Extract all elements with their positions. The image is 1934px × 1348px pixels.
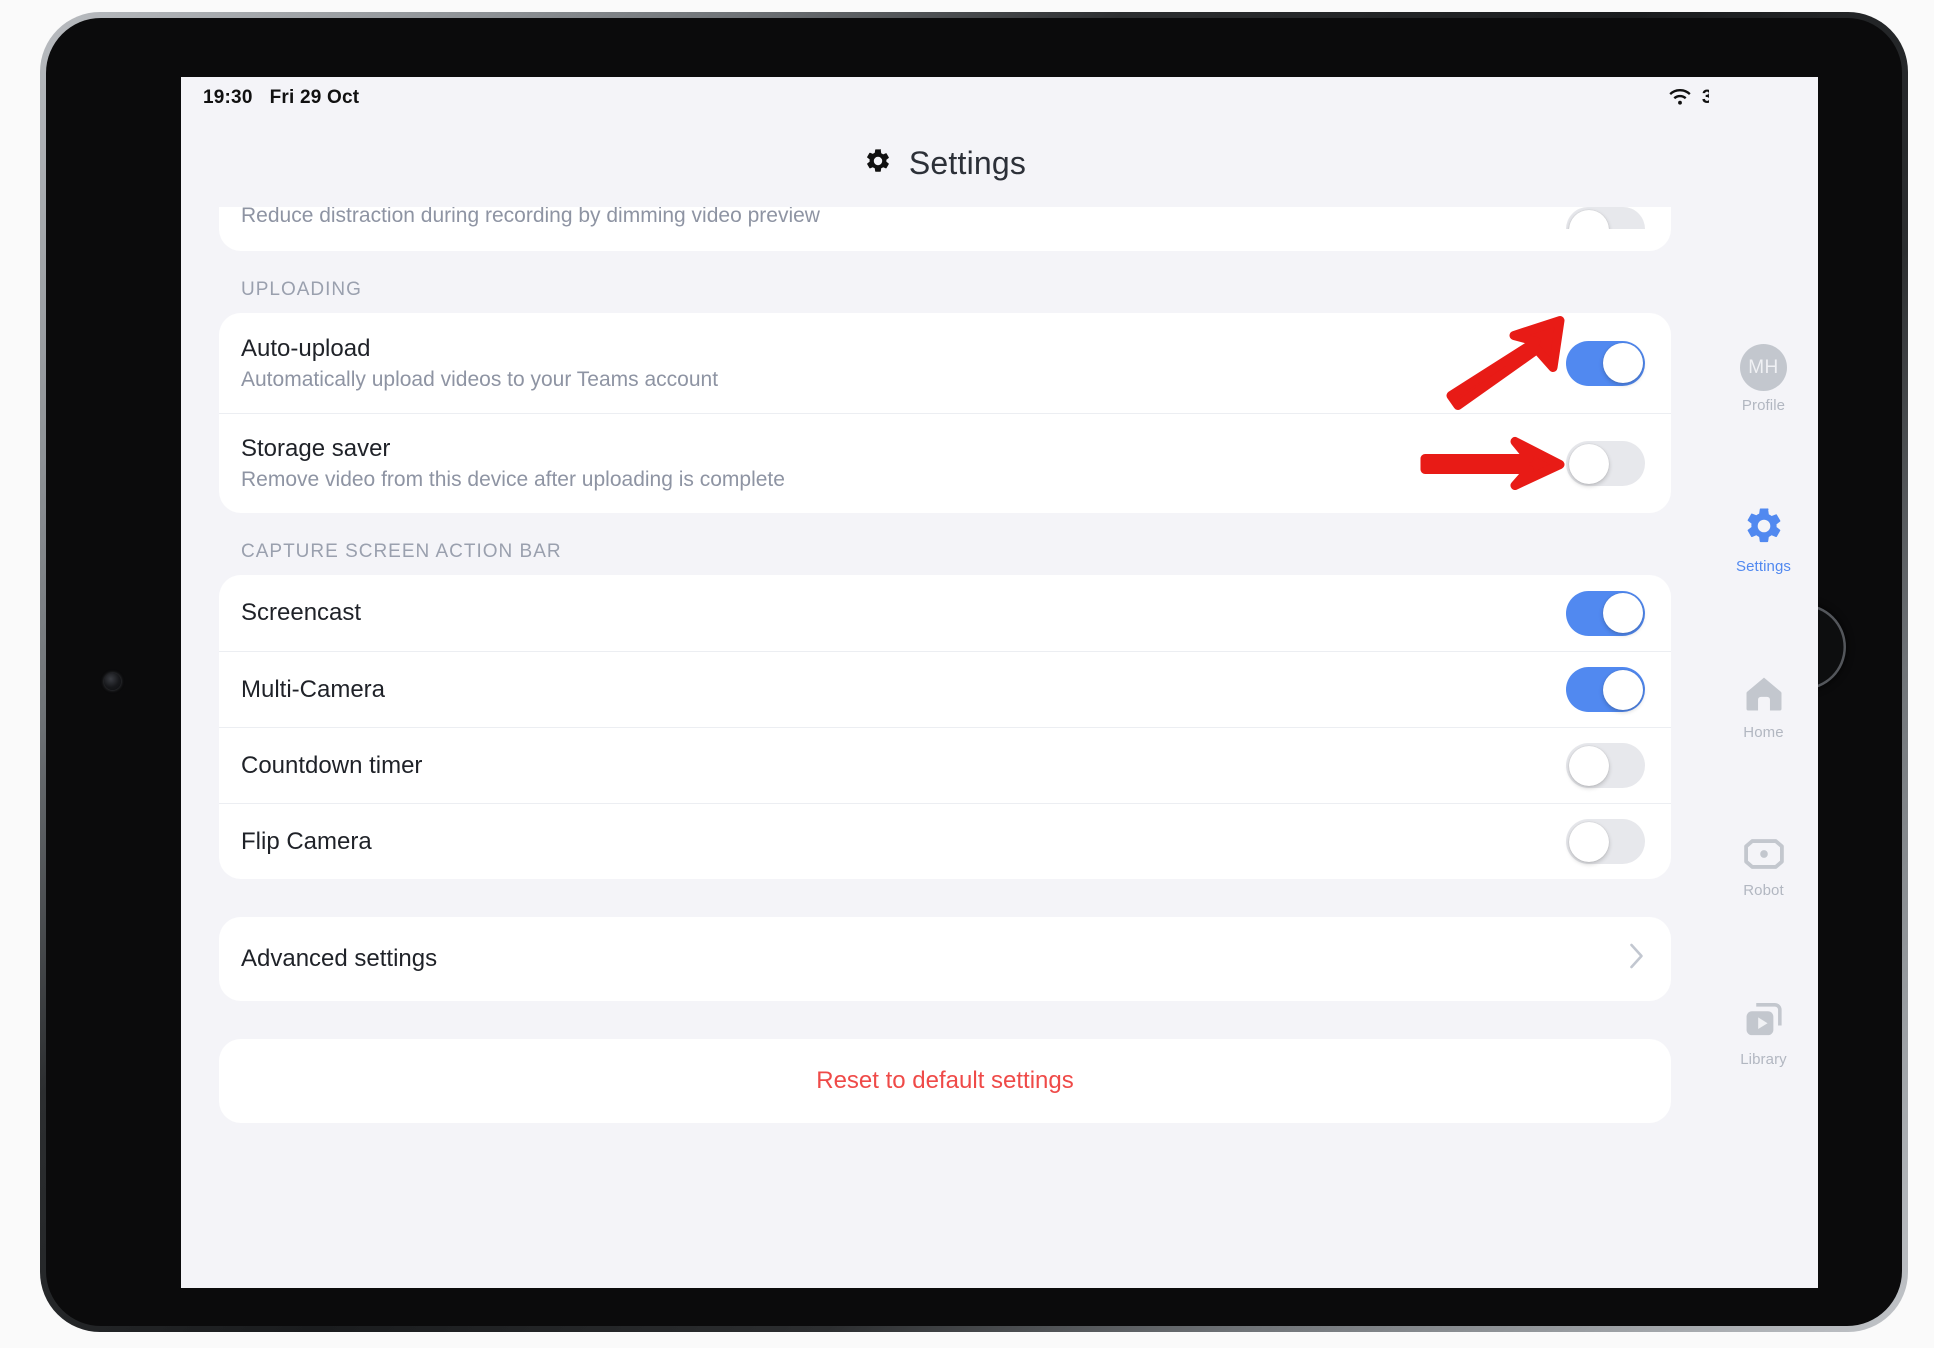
device-bezel: 19:30 Fri 29 Oct 35% bbox=[46, 18, 1902, 1326]
card-recording-clipped: Reduce distraction during recording by d… bbox=[219, 207, 1671, 251]
row-texts: Countdown timer bbox=[241, 752, 1546, 780]
section-label-capture-screen-action-bar: CAPTURE SCREEN ACTION BAR bbox=[241, 541, 562, 562]
page-title: Settings bbox=[908, 144, 1027, 181]
chevron-right-icon bbox=[1629, 943, 1645, 975]
front-camera-icon bbox=[104, 673, 121, 690]
row-texts: Auto-upload Automatically upload videos … bbox=[241, 335, 1546, 392]
reset-to-default-settings-button[interactable]: Reset to default settings bbox=[219, 1039, 1671, 1123]
row-title: Multi-Camera bbox=[241, 675, 386, 703]
row-flip-camera[interactable]: Flip Camera bbox=[219, 803, 1671, 879]
row-advanced-settings[interactable]: Advanced settings bbox=[219, 917, 1671, 1001]
nav-item-home[interactable]: Home bbox=[1709, 673, 1818, 741]
row-title: Countdown timer bbox=[241, 751, 423, 779]
row-texts: Multi-Camera bbox=[241, 676, 1546, 704]
card-capture-screen-action-bar: Screencast Multi-Camera Countdown timer bbox=[219, 575, 1671, 879]
storage-saver-toggle[interactable] bbox=[1566, 441, 1645, 486]
card-uploading: Auto-upload Automatically upload videos … bbox=[219, 313, 1671, 513]
multi-camera-toggle[interactable] bbox=[1566, 667, 1645, 712]
card-reset: Reset to default settings bbox=[219, 1039, 1671, 1123]
screencast-toggle[interactable] bbox=[1566, 590, 1645, 636]
row-subtitle: Automatically upload videos to your Team… bbox=[241, 367, 719, 391]
nav-item-label: Robot bbox=[1743, 882, 1784, 899]
gear-icon bbox=[1743, 505, 1785, 552]
home-icon bbox=[1743, 673, 1785, 718]
nav-item-settings[interactable]: Settings bbox=[1709, 505, 1818, 575]
nav-item-robot[interactable]: Robot bbox=[1709, 837, 1818, 899]
row-storage-saver[interactable]: Storage saver Remove video from this dev… bbox=[219, 413, 1671, 513]
nav-item-label: Settings bbox=[1736, 558, 1791, 575]
row-title: Auto-upload bbox=[241, 334, 371, 362]
row-countdown-timer[interactable]: Countdown timer bbox=[219, 727, 1671, 803]
reduce-distraction-toggle[interactable] bbox=[1566, 207, 1645, 229]
right-nav-rail: MH Profile Settings Home Robot Library bbox=[1709, 77, 1818, 1288]
status-bar: 19:30 Fri 29 Oct 35% bbox=[181, 77, 1818, 119]
row-multi-camera[interactable]: Multi-Camera bbox=[219, 651, 1671, 727]
nav-item-label: Home bbox=[1743, 724, 1784, 741]
card-advanced-settings: Advanced settings bbox=[219, 917, 1671, 1001]
avatar: MH bbox=[1740, 344, 1787, 391]
ipad-device-frame: 19:30 Fri 29 Oct 35% bbox=[40, 12, 1908, 1332]
row-screencast[interactable]: Screencast bbox=[219, 575, 1671, 651]
robot-icon bbox=[1742, 837, 1786, 876]
row-title: Flip Camera bbox=[241, 827, 372, 855]
row-title: Storage saver bbox=[241, 435, 391, 462]
section-label-uploading: UPLOADING bbox=[241, 279, 362, 300]
page-header: Settings bbox=[181, 119, 1709, 207]
library-icon bbox=[1743, 1000, 1785, 1045]
settings-content: Reduce distraction during recording by d… bbox=[181, 207, 1709, 1288]
row-texts: Storage saver Remove video from this dev… bbox=[241, 435, 1546, 492]
row-texts: Reduce distraction during recording by d… bbox=[241, 207, 1546, 228]
row-subtitle: Remove video from this device after uplo… bbox=[241, 468, 785, 491]
row-texts: Flip Camera bbox=[241, 828, 1546, 856]
row-auto-upload[interactable]: Auto-upload Automatically upload videos … bbox=[219, 313, 1671, 413]
row-reduce-distraction[interactable]: Reduce distraction during recording by d… bbox=[219, 207, 1671, 251]
gear-icon bbox=[864, 147, 892, 180]
countdown-timer-toggle[interactable] bbox=[1566, 743, 1645, 788]
row-texts: Screencast bbox=[241, 599, 1546, 627]
wifi-icon bbox=[1668, 88, 1692, 107]
status-time: 19:30 bbox=[203, 87, 253, 108]
row-texts: Advanced settings bbox=[241, 945, 1609, 973]
status-bar-left: 19:30 Fri 29 Oct bbox=[203, 87, 359, 109]
auto-upload-toggle[interactable] bbox=[1566, 340, 1645, 386]
ipad-screen: 19:30 Fri 29 Oct 35% bbox=[181, 77, 1818, 1288]
status-date: Fri 29 Oct bbox=[269, 87, 360, 108]
row-subtitle: Reduce distraction during recording by d… bbox=[241, 207, 820, 227]
row-title: Screencast bbox=[241, 599, 362, 626]
nav-item-library[interactable]: Library bbox=[1709, 1000, 1818, 1068]
nav-item-label: Library bbox=[1740, 1051, 1787, 1068]
row-title: Advanced settings bbox=[241, 945, 438, 972]
nav-item-label: Profile bbox=[1741, 397, 1786, 414]
nav-item-profile[interactable]: MH Profile bbox=[1709, 344, 1818, 414]
flip-camera-toggle[interactable] bbox=[1566, 819, 1645, 864]
